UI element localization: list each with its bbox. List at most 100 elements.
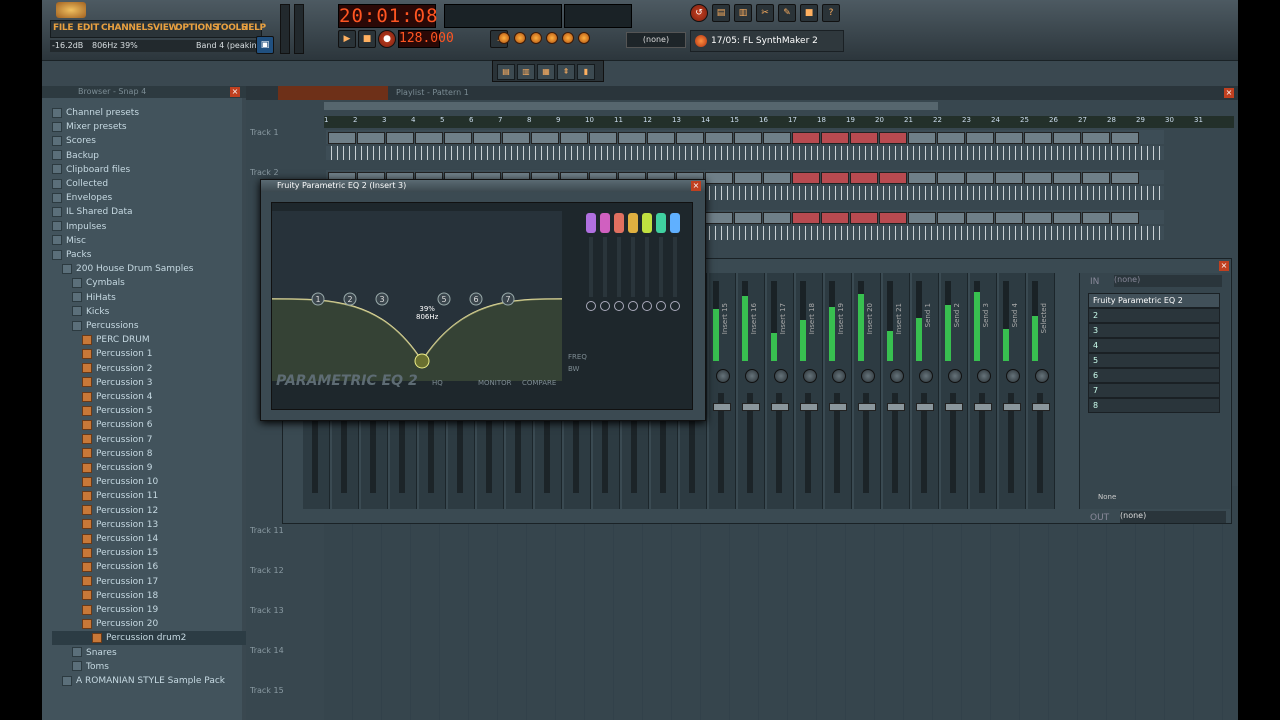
eq-band-gain-fader[interactable] bbox=[603, 237, 607, 297]
pattern-clip[interactable] bbox=[1082, 172, 1110, 184]
pattern-clip[interactable] bbox=[502, 132, 530, 144]
record-button[interactable]: ● bbox=[378, 30, 396, 48]
track-1-hits[interactable] bbox=[326, 146, 1164, 160]
pattern-clip[interactable] bbox=[937, 132, 965, 144]
menu-edit[interactable]: EDIT bbox=[77, 23, 99, 33]
browser-file[interactable]: Percussion 15 bbox=[52, 546, 272, 560]
pattern-clip[interactable] bbox=[908, 132, 936, 144]
pattern-clip[interactable] bbox=[821, 172, 849, 184]
eq-band-selector[interactable] bbox=[586, 213, 596, 233]
pattern-clip[interactable] bbox=[1111, 132, 1139, 144]
mixer-icon[interactable]: ▮ bbox=[577, 64, 595, 80]
menu-file[interactable]: FILE bbox=[53, 23, 73, 33]
mixer-track-strip[interactable]: Selected bbox=[1028, 273, 1055, 509]
pattern-clip[interactable] bbox=[589, 132, 617, 144]
pattern-clip[interactable] bbox=[705, 132, 733, 144]
help-icon[interactable]: ? bbox=[822, 4, 840, 22]
browser-folder[interactable]: Toms bbox=[52, 660, 262, 674]
browser-folder[interactable]: A ROMANIAN STYLE Sample Pack bbox=[52, 674, 252, 688]
fader-handle[interactable] bbox=[1032, 403, 1050, 411]
pattern-clip[interactable] bbox=[444, 132, 472, 144]
browser-file[interactable]: Percussion 5 bbox=[52, 404, 272, 418]
pattern-clip[interactable] bbox=[1053, 132, 1081, 144]
pattern-clip[interactable] bbox=[1111, 172, 1139, 184]
track-1-patterns[interactable] bbox=[326, 130, 1164, 144]
eq-band-selector[interactable] bbox=[642, 213, 652, 233]
eq-band-selector[interactable] bbox=[600, 213, 610, 233]
pan-knob[interactable] bbox=[745, 369, 759, 383]
pattern-clip[interactable] bbox=[705, 172, 733, 184]
pattern-clip[interactable] bbox=[386, 132, 414, 144]
pan-knob[interactable] bbox=[948, 369, 962, 383]
eq-title-bar[interactable]: Fruity Parametric EQ 2 (Insert 3) bbox=[261, 180, 705, 192]
browser-file[interactable]: PERC DRUM bbox=[52, 333, 272, 347]
mixer-track-strip[interactable]: Insert 16 bbox=[738, 273, 765, 509]
pattern-clip[interactable] bbox=[647, 132, 675, 144]
pattern-clip[interactable] bbox=[879, 132, 907, 144]
pattern-clip[interactable] bbox=[937, 172, 965, 184]
browser-file[interactable]: Percussion 11 bbox=[52, 489, 272, 503]
eq-band-gain-fader[interactable] bbox=[617, 237, 621, 297]
mixer-track-strip[interactable]: Send 2 bbox=[941, 273, 968, 509]
pattern-clip[interactable] bbox=[850, 212, 878, 224]
eq-band-gain-fader[interactable] bbox=[659, 237, 663, 297]
playlist-icon[interactable]: ▤ bbox=[497, 64, 515, 80]
browser-folder[interactable]: Misc bbox=[52, 234, 242, 248]
browser-file[interactable]: Percussion 12 bbox=[52, 504, 272, 518]
pattern-clip[interactable] bbox=[676, 132, 704, 144]
pattern-clip[interactable] bbox=[995, 132, 1023, 144]
toolbar-button-5[interactable]: ✎ bbox=[778, 4, 796, 22]
output-select[interactable]: (none) bbox=[1120, 511, 1226, 523]
mixer-track-strip[interactable]: Insert 18 bbox=[796, 273, 823, 509]
fader-handle[interactable] bbox=[742, 403, 760, 411]
pan-knob[interactable] bbox=[716, 369, 730, 383]
browser-file[interactable]: Percussion 7 bbox=[52, 433, 272, 447]
tool-knob-2[interactable] bbox=[514, 32, 526, 44]
eq-band-order-dot[interactable] bbox=[656, 301, 666, 311]
eq-band-order-dot[interactable] bbox=[600, 301, 610, 311]
fader-handle[interactable] bbox=[974, 403, 992, 411]
pattern-clip[interactable] bbox=[966, 132, 994, 144]
pattern-clip[interactable] bbox=[1082, 132, 1110, 144]
pattern-clip[interactable] bbox=[821, 212, 849, 224]
mixer-track-strip[interactable]: Send 4 bbox=[999, 273, 1026, 509]
pattern-clip[interactable] bbox=[531, 132, 559, 144]
fx-slot[interactable]: 4 bbox=[1088, 338, 1220, 353]
browser-file[interactable]: Percussion 10 bbox=[52, 475, 272, 489]
toolbar-button-2[interactable]: ▤ bbox=[712, 4, 730, 22]
pattern-selector[interactable]: (none) bbox=[626, 32, 686, 48]
toolbar-button-3[interactable]: ▥ bbox=[734, 4, 752, 22]
tool-knob-1[interactable] bbox=[498, 32, 510, 44]
browser-file[interactable]: Percussion 8 bbox=[52, 447, 272, 461]
pan-knob[interactable] bbox=[1006, 369, 1020, 383]
pattern-clip[interactable] bbox=[328, 132, 356, 144]
pattern-clip[interactable] bbox=[618, 132, 646, 144]
browser-folder[interactable]: Impulses bbox=[52, 220, 242, 234]
pan-knob[interactable] bbox=[890, 369, 904, 383]
pattern-clip[interactable] bbox=[734, 212, 762, 224]
menu-help[interactable]: HELP bbox=[241, 23, 266, 33]
fx-slot[interactable]: Fruity Parametric EQ 2 bbox=[1088, 293, 1220, 308]
tool-knob-4[interactable] bbox=[546, 32, 558, 44]
browser-file[interactable]: Percussion 9 bbox=[52, 461, 272, 475]
hq-button[interactable]: HQ bbox=[432, 379, 443, 387]
play-button[interactable]: ▶ bbox=[338, 30, 356, 48]
browser-folder[interactable]: 200 House Drum Samples bbox=[52, 262, 252, 276]
eq-band-gain-fader[interactable] bbox=[645, 237, 649, 297]
menu-options[interactable]: OPTIONS bbox=[175, 23, 219, 33]
toolbar-button-4[interactable]: ✂ bbox=[756, 4, 774, 22]
mixer-track-strip[interactable]: Send 3 bbox=[970, 273, 997, 509]
browser-file[interactable]: Percussion 1 bbox=[52, 347, 272, 361]
pattern-clip[interactable] bbox=[937, 212, 965, 224]
browser-close-icon[interactable]: × bbox=[230, 87, 240, 97]
fx-slot[interactable]: 7 bbox=[1088, 383, 1220, 398]
browser-file[interactable]: Percussion 13 bbox=[52, 518, 272, 532]
fader-handle[interactable] bbox=[713, 403, 731, 411]
browser-folder[interactable]: HiHats bbox=[52, 291, 262, 305]
eq-band-order-dot[interactable] bbox=[614, 301, 624, 311]
tool-knob-6[interactable] bbox=[578, 32, 590, 44]
pattern-clip[interactable] bbox=[415, 132, 443, 144]
pattern-clip[interactable] bbox=[763, 132, 791, 144]
browser-file[interactable]: Percussion 18 bbox=[52, 589, 272, 603]
input-select[interactable]: (none) bbox=[1114, 275, 1222, 287]
